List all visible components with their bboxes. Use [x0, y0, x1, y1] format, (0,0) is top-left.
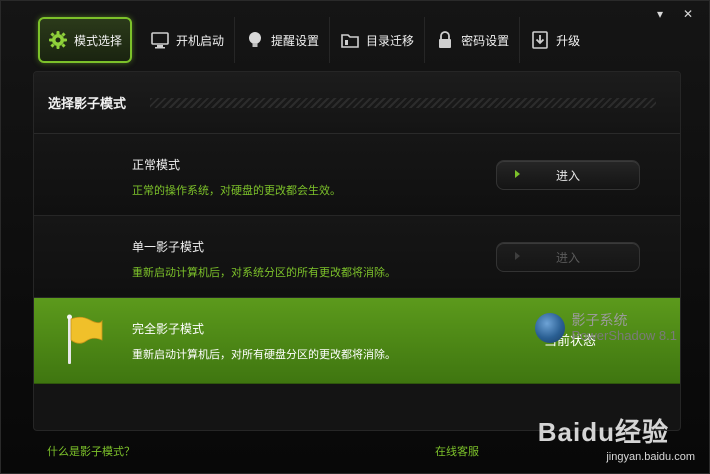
brand-text: 影子系统 PowerShadow 8.1	[571, 314, 677, 342]
online-support-link[interactable]: 在线客服	[435, 443, 479, 459]
enter-normal-mode-button[interactable]: 进入	[496, 160, 640, 190]
monitor-icon	[150, 30, 170, 50]
mode-title: 完全影子模式	[132, 322, 205, 336]
tab-label: 模式选择	[74, 33, 123, 48]
tab-label: 密码设置	[461, 33, 510, 48]
baidu-watermark-url: jingyan.baidu.com	[606, 451, 695, 463]
tab-mode-select[interactable]: 模式选择	[38, 17, 133, 63]
mode-row-normal: 正常模式 正常的操作系统，对硬盘的更改都会生效。 进入	[34, 134, 680, 216]
folder-icon	[340, 30, 360, 50]
mode-description: 正常的操作系统，对硬盘的更改都会生效。	[132, 184, 341, 197]
tab-upgrade[interactable]: 升级	[520, 17, 590, 63]
tab-startup[interactable]: 开机启动	[140, 17, 236, 63]
close-icon[interactable]: ✕	[681, 7, 695, 21]
menu-dropdown-icon[interactable]: ▾	[653, 7, 667, 21]
tab-label: 目录迁移	[366, 33, 415, 48]
mode-row-single-shadow: 单一影子模式 重新启动计算机后，对系统分区的所有更改都将消除。 进入	[34, 216, 680, 298]
brand-name-cn: 影子系统	[571, 312, 628, 329]
tab-password[interactable]: 密码设置	[425, 17, 521, 63]
header-decoration	[150, 97, 656, 108]
button-label: 进入	[555, 250, 580, 265]
baidu-watermark-logo: Baidu经验	[537, 417, 669, 447]
play-arrow-icon	[515, 170, 520, 178]
gear-icon	[48, 30, 68, 50]
tab-directory-migrate[interactable]: 目录迁移	[330, 17, 426, 63]
tab-label: 提醒设置	[271, 33, 320, 48]
enter-single-shadow-button[interactable]: 进入	[496, 242, 640, 272]
tab-reminder[interactable]: 提醒设置	[235, 17, 331, 63]
panel-header: 选择影子模式	[34, 72, 680, 134]
mode-description: 重新启动计算机后，对所有硬盘分区的更改都将消除。	[132, 348, 396, 361]
main-toolbar: 模式选择 开机启动 提醒设置 目录迁移 密码设置 升级	[38, 17, 590, 63]
brand-name-en: PowerShadow 8.1	[571, 327, 677, 343]
flag-icon	[64, 314, 104, 370]
mode-description: 重新启动计算机后，对系统分区的所有更改都将消除。	[132, 266, 396, 279]
upgrade-icon	[530, 30, 550, 50]
brand-logo: 影子系统 PowerShadow 8.1	[535, 313, 677, 343]
mode-title: 单一影子模式	[132, 240, 205, 254]
lock-icon	[435, 30, 455, 50]
powershadow-logo-icon	[535, 313, 566, 343]
what-is-shadow-mode-link[interactable]: 什么是影子模式？	[47, 443, 135, 459]
tab-label: 开机启动	[176, 33, 225, 48]
app-window: ▾ ✕ 模式选择 开机启动 提醒设置 目录迁移 密码设置 升级 选择影子模式 正…	[0, 0, 710, 474]
bulb-icon	[245, 30, 265, 50]
tab-label: 升级	[556, 33, 581, 48]
window-controls: ▾ ✕	[653, 7, 695, 21]
play-arrow-icon	[515, 252, 520, 260]
panel-title: 选择影子模式	[48, 97, 127, 112]
mode-panel: 选择影子模式 正常模式 正常的操作系统，对硬盘的更改都会生效。 进入 单一影子模…	[33, 71, 681, 431]
mode-title: 正常模式	[132, 158, 181, 172]
button-label: 进入	[555, 168, 580, 183]
